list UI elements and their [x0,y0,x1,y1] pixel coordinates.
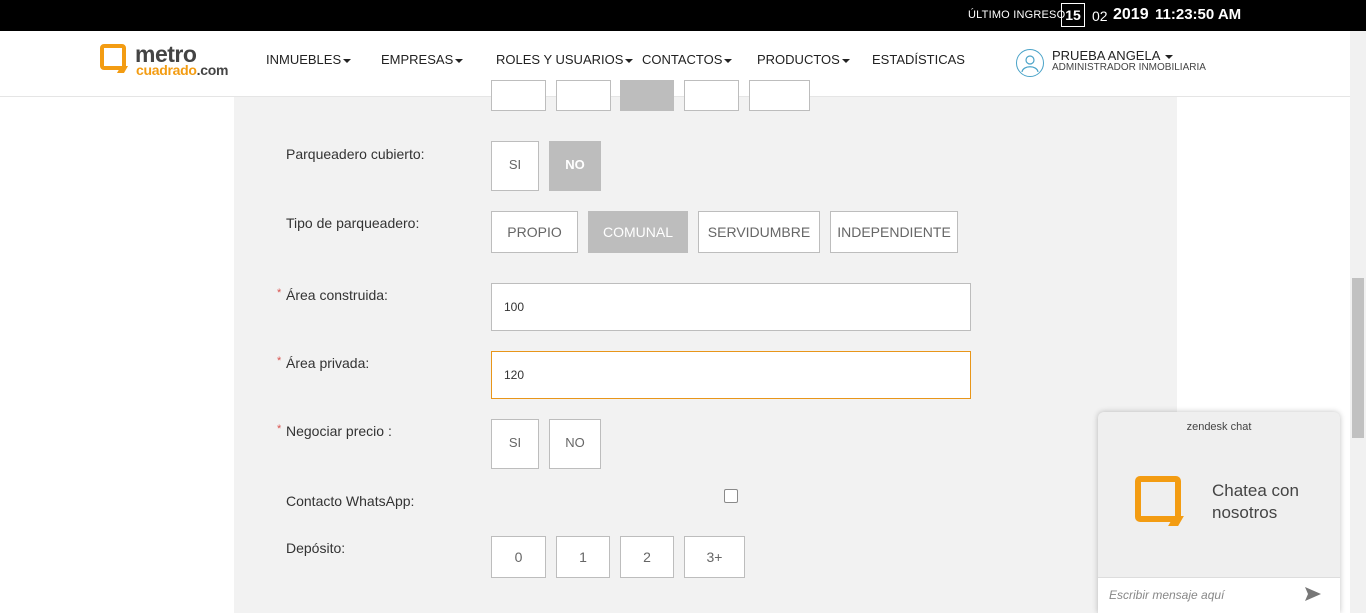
chat-logo-icon [1135,476,1181,522]
parking-type-propio-button[interactable]: PROPIO [491,211,578,253]
logo-text-suffix: .com [196,62,229,78]
built-area-label: Área construida: [286,287,388,303]
deposit-label: Depósito: [286,540,346,556]
option-button-partial[interactable] [684,80,739,111]
parking-type-comunal-button[interactable]: COMUNAL [588,211,688,253]
chat-message-field[interactable]: Escribir mensaje aquí [1098,577,1340,613]
option-button-partial[interactable] [749,80,810,111]
last-login-month: 02 [1092,8,1108,24]
chevron-down-icon [724,58,733,63]
option-button-partial[interactable] [491,80,546,111]
deposit-1-button[interactable]: 1 [556,536,610,578]
parking-type-label: Tipo de parqueadero: [286,215,420,231]
chevron-down-icon [455,58,464,63]
required-marker: * [277,287,282,299]
logo-text-cuadrado-main: cuadrado [136,62,197,78]
chevron-down-icon [343,58,352,63]
private-area-label: Área privada: [286,355,370,371]
nav-inmuebles[interactable]: INMUEBLES [266,52,352,67]
private-area-input[interactable]: 120 [491,351,971,399]
logo-text-cuadrado[interactable]: cuadrado.com [136,62,228,78]
chat-title[interactable]: Chatea con nosotros [1212,480,1332,524]
required-marker: * [277,423,282,435]
nav-empresas[interactable]: EMPRESAS [381,52,464,67]
whatsapp-label: Contacto WhatsApp: [286,493,415,509]
top-bar: ÚLTIMO INGRESO 15 02 2019 11:23:50 AM [0,0,1366,31]
user-name: PRUEBA ANGELA [1052,48,1160,63]
user-avatar-icon[interactable] [1016,49,1044,77]
nav-productos[interactable]: PRODUCTOS [757,52,850,67]
logo-icon[interactable] [100,44,126,70]
nav-roles-usuarios-label: ROLES Y USUARIOS [496,52,624,67]
parking-type-independiente-button[interactable]: INDEPENDIENTE [830,211,958,253]
last-login-year: 2019 [1113,6,1149,23]
nav-estadisticas[interactable]: ESTADÍSTICAS [872,52,965,67]
built-area-input[interactable]: 100 [491,283,971,331]
option-button-partial-selected[interactable] [620,80,674,111]
parking-type-servidumbre-button[interactable]: SERVIDUMBRE [698,211,820,253]
chat-message-placeholder: Escribir mensaje aquí [1109,588,1225,602]
header: metro cuadrado.com INMUEBLES EMPRESAS RO… [0,31,1350,97]
chat-brand: zendesk chat [1186,421,1252,433]
negotiate-no-button[interactable]: NO [549,419,601,469]
chat-widget[interactable]: zendesk chat Chatea con nosotros Escribi… [1098,412,1340,613]
required-marker: * [277,355,282,367]
nav-roles-usuarios[interactable]: ROLES Y USUARIOS [496,52,634,67]
chevron-down-icon [625,58,634,63]
scrollbar-thumb[interactable] [1352,278,1364,438]
user-menu[interactable]: PRUEBA ANGELA [1052,48,1174,63]
last-login-time: 11:23:50 AM [1155,6,1242,23]
send-icon[interactable] [1304,586,1322,607]
negotiate-si-button[interactable]: SI [491,419,539,469]
negotiate-price-label: Negociar precio : [286,423,392,439]
deposit-2-button[interactable]: 2 [620,536,674,578]
chevron-down-icon [1165,54,1174,59]
deposit-3plus-button[interactable]: 3+ [684,536,745,578]
deposit-0-button[interactable]: 0 [491,536,546,578]
parking-covered-no-button[interactable]: NO [549,141,601,191]
option-button-partial[interactable] [556,80,611,111]
user-role: ADMINISTRADOR INMOBILIARIA [1052,62,1206,73]
parking-covered-label: Parqueadero cubierto: [286,146,425,162]
nav-productos-label: PRODUCTOS [757,52,840,67]
nav-inmuebles-label: INMUEBLES [266,52,342,67]
whatsapp-checkbox[interactable] [724,489,738,503]
last-login-label: ÚLTIMO INGRESO [968,9,1066,21]
chevron-down-icon [841,58,850,63]
parking-covered-si-button[interactable]: SI [491,141,539,191]
nav-contactos-label: CONTACTOS [642,52,723,67]
nav-empresas-label: EMPRESAS [381,52,454,67]
nav-contactos[interactable]: CONTACTOS [642,52,733,67]
last-login-day: 15 [1061,3,1085,27]
nav-estadisticas-label: ESTADÍSTICAS [872,52,965,67]
